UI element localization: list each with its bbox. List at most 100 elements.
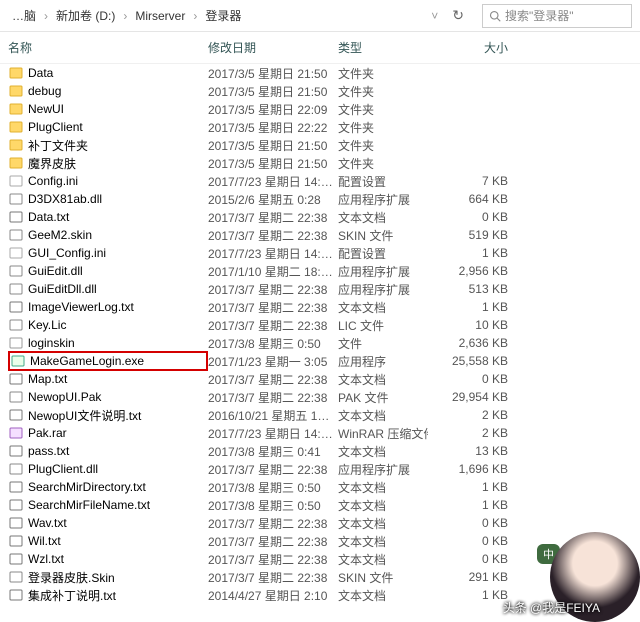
file-name: SearchMirDirectory.txt bbox=[28, 480, 146, 494]
header-date[interactable]: 修改日期 bbox=[208, 39, 338, 56]
file-row[interactable]: 补丁文件夹2017/3/5 星期日 21:50文件夹 bbox=[0, 136, 640, 154]
file-date: 2017/7/23 星期日 14:… bbox=[208, 245, 338, 262]
file-row[interactable]: SearchMirFileName.txt2017/3/8 星期三 0:50文本… bbox=[0, 496, 640, 514]
file-date: 2017/3/7 星期二 22:38 bbox=[208, 389, 338, 406]
file-row[interactable]: ImageViewerLog.txt2017/3/7 星期二 22:38文本文档… bbox=[0, 298, 640, 316]
file-date: 2017/3/5 星期日 21:50 bbox=[208, 83, 338, 100]
file-type: 文本文档 bbox=[338, 587, 428, 604]
file-date: 2015/2/6 星期五 0:28 bbox=[208, 191, 338, 208]
txt-icon bbox=[8, 371, 24, 387]
breadcrumb-seg-folder2[interactable]: 登录器 bbox=[205, 7, 241, 24]
file-size: 10 KB bbox=[428, 318, 508, 332]
header-size[interactable]: 大小 bbox=[428, 39, 508, 56]
file-date: 2017/3/5 星期日 22:22 bbox=[208, 119, 338, 136]
file-size: 0 KB bbox=[428, 210, 508, 224]
dll-icon bbox=[8, 191, 24, 207]
search-placeholder: 搜索"登录器" bbox=[505, 7, 574, 24]
file-row[interactable]: GuiEdit.dll2017/1/10 星期二 18:…应用程序扩展2,956… bbox=[0, 262, 640, 280]
file-size: 2,956 KB bbox=[428, 264, 508, 278]
cfg-icon bbox=[8, 245, 24, 261]
folder-icon bbox=[8, 155, 24, 171]
file-name: Wil.txt bbox=[28, 534, 61, 548]
file-date: 2017/3/5 星期日 22:09 bbox=[208, 101, 338, 118]
history-dropdown-icon[interactable]: ˅ bbox=[431, 9, 438, 23]
file-name: GeeM2.skin bbox=[28, 228, 92, 242]
file-row[interactable]: Wav.txt2017/3/7 星期二 22:38文本文档0 KB bbox=[0, 514, 640, 532]
file-name: Config.ini bbox=[28, 174, 78, 188]
refresh-icon[interactable]: ↻ bbox=[446, 7, 470, 24]
file-icon bbox=[8, 335, 24, 351]
folder-icon bbox=[8, 119, 24, 135]
file-row[interactable]: Config.ini2017/7/23 星期日 14:…配置设置7 KB bbox=[0, 172, 640, 190]
file-row[interactable]: Pak.rar2017/7/23 星期日 14:…WinRAR 压缩文件2 KB bbox=[0, 424, 640, 442]
file-name: Map.txt bbox=[28, 372, 67, 386]
exe-icon bbox=[10, 353, 26, 369]
breadcrumb-seg-pc[interactable]: …脑 bbox=[12, 7, 36, 24]
file-list[interactable]: Data2017/3/5 星期日 21:50文件夹debug2017/3/5 星… bbox=[0, 64, 640, 604]
file-row[interactable]: MakeGameLogin.exe2017/1/23 星期一 3:05应用程序2… bbox=[0, 352, 640, 370]
file-date: 2017/3/7 星期二 22:38 bbox=[208, 299, 338, 316]
file-name: PlugClient bbox=[28, 120, 83, 134]
header-type[interactable]: 类型 bbox=[338, 39, 428, 56]
header-name[interactable]: 名称 bbox=[8, 39, 208, 56]
file-name: NewUI bbox=[28, 102, 64, 116]
file-date: 2017/3/7 星期二 22:38 bbox=[208, 281, 338, 298]
file-row[interactable]: Data2017/3/5 星期日 21:50文件夹 bbox=[0, 64, 640, 82]
file-row[interactable]: 登录器皮肤.Skin2017/3/7 星期二 22:38SKIN 文件291 K… bbox=[0, 568, 640, 586]
file-row[interactable]: loginskin2017/3/8 星期三 0:50文件2,636 KB bbox=[0, 334, 640, 352]
file-name: SearchMirFileName.txt bbox=[28, 498, 150, 512]
file-row[interactable]: SearchMirDirectory.txt2017/3/8 星期三 0:50文… bbox=[0, 478, 640, 496]
file-size: 664 KB bbox=[428, 192, 508, 206]
file-size: 291 KB bbox=[428, 570, 508, 584]
file-row[interactable]: NewopUI文件说明.txt2016/10/21 星期五 1…文本文档2 KB bbox=[0, 406, 640, 424]
file-row[interactable]: Key.Lic2017/3/7 星期二 22:38LIC 文件10 KB bbox=[0, 316, 640, 334]
file-size: 1 KB bbox=[428, 480, 508, 494]
file-row[interactable]: GuiEditDll.dll2017/3/7 星期二 22:38应用程序扩展51… bbox=[0, 280, 640, 298]
file-row[interactable]: D3DX81ab.dll2015/2/6 星期五 0:28应用程序扩展664 K… bbox=[0, 190, 640, 208]
file-row[interactable]: NewopUI.Pak2017/3/7 星期二 22:38PAK 文件29,95… bbox=[0, 388, 640, 406]
file-row[interactable]: PlugClient2017/3/5 星期日 22:22文件夹 bbox=[0, 118, 640, 136]
file-name: Data.txt bbox=[28, 210, 69, 224]
file-row[interactable]: GeeM2.skin2017/3/7 星期二 22:38SKIN 文件519 K… bbox=[0, 226, 640, 244]
breadcrumb[interactable]: …脑 新加卷 (D:) Mirserver 登录器 bbox=[8, 4, 423, 28]
file-date: 2017/1/23 星期一 3:05 bbox=[208, 353, 338, 370]
file-row[interactable]: Map.txt 2017/3/7 星期二 22:38文本文档0 KB bbox=[0, 370, 640, 388]
skin-icon bbox=[8, 227, 24, 243]
file-row[interactable]: 魔界皮肤2017/3/5 星期日 21:50文件夹 bbox=[0, 154, 640, 172]
file-type: 文件 bbox=[338, 335, 428, 352]
file-row[interactable]: Data.txt2017/3/7 星期二 22:38文本文档0 KB bbox=[0, 208, 640, 226]
file-row[interactable]: pass.txt2017/3/8 星期三 0:41文本文档13 KB bbox=[0, 442, 640, 460]
file-type: 应用程序 bbox=[338, 353, 428, 370]
lic-icon bbox=[8, 317, 24, 333]
breadcrumb-seg-folder1[interactable]: Mirserver bbox=[135, 9, 185, 23]
file-row[interactable]: debug2017/3/5 星期日 21:50文件夹 bbox=[0, 82, 640, 100]
file-name: Wav.txt bbox=[28, 516, 67, 530]
file-date: 2017/3/7 星期二 22:38 bbox=[208, 227, 338, 244]
file-type: 配置设置 bbox=[338, 173, 428, 190]
file-date: 2017/3/7 星期二 22:38 bbox=[208, 461, 338, 478]
breadcrumb-seg-drive[interactable]: 新加卷 (D:) bbox=[56, 7, 115, 24]
file-size: 1 KB bbox=[428, 300, 508, 314]
file-type: 文本文档 bbox=[338, 443, 428, 460]
file-name: MakeGameLogin.exe bbox=[30, 354, 144, 368]
pak-icon bbox=[8, 389, 24, 405]
skin-icon bbox=[8, 569, 24, 585]
search-input[interactable]: 搜索"登录器" bbox=[482, 4, 632, 28]
file-size: 519 KB bbox=[428, 228, 508, 242]
file-name: PlugClient.dll bbox=[28, 462, 98, 476]
file-date: 2014/4/27 星期日 2:10 bbox=[208, 587, 338, 604]
file-row[interactable]: PlugClient.dll2017/3/7 星期二 22:38应用程序扩展1,… bbox=[0, 460, 640, 478]
file-size: 0 KB bbox=[428, 372, 508, 386]
file-row[interactable]: NewUI2017/3/5 星期日 22:09文件夹 bbox=[0, 100, 640, 118]
file-type: 应用程序扩展 bbox=[338, 191, 428, 208]
file-row[interactable]: Wzl.txt2017/3/7 星期二 22:38文本文档0 KB bbox=[0, 550, 640, 568]
file-date: 2017/3/7 星期二 22:38 bbox=[208, 371, 338, 388]
file-type: 文件夹 bbox=[338, 137, 428, 154]
file-row[interactable]: 集成补丁说明.txt2014/4/27 星期日 2:10文本文档1 KB bbox=[0, 586, 640, 604]
file-type: 文本文档 bbox=[338, 371, 428, 388]
file-row[interactable]: GUI_Config.ini2017/7/23 星期日 14:…配置设置1 KB bbox=[0, 244, 640, 262]
file-type: 应用程序扩展 bbox=[338, 281, 428, 298]
file-date: 2017/3/8 星期三 0:50 bbox=[208, 479, 338, 496]
file-row[interactable]: Wil.txt2017/3/7 星期二 22:38文本文档0 KB bbox=[0, 532, 640, 550]
file-type: 文本文档 bbox=[338, 533, 428, 550]
